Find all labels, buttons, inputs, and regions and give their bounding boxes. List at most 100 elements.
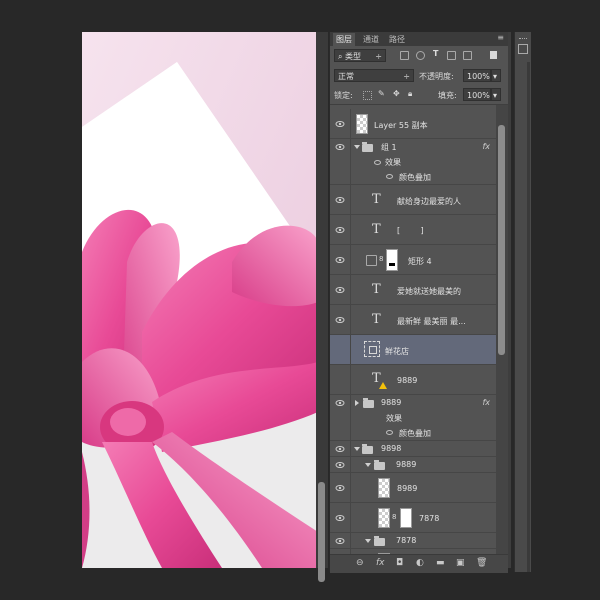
effects-row: 效果 xyxy=(330,411,496,425)
layer-row[interactable]: 8 矩形 4 xyxy=(330,245,496,275)
dock-grip-icon[interactable] xyxy=(519,38,527,43)
layer-name[interactable]: 最新鲜 最美丽 最... xyxy=(397,316,466,327)
layers-scroll-thumb[interactable] xyxy=(498,125,505,355)
add-style-icon[interactable]: fx xyxy=(376,558,385,568)
layer-row[interactable]: T [ ] xyxy=(330,215,496,245)
visibility-eye-icon[interactable] xyxy=(335,536,345,546)
visibility-eye-icon[interactable] xyxy=(335,119,345,129)
group-expanded-icon[interactable] xyxy=(365,539,371,543)
visibility-eye-icon[interactable] xyxy=(335,460,345,470)
tab-paths[interactable]: 路径 xyxy=(386,33,408,46)
effect-row[interactable]: 颜色叠加 xyxy=(330,169,496,185)
layer-name[interactable]: 矩形 4 xyxy=(408,256,432,267)
visibility-eye-icon[interactable] xyxy=(335,315,345,325)
filter-shape-icon[interactable] xyxy=(447,51,456,60)
blend-mode-select[interactable]: 正常 ÷ xyxy=(334,69,414,82)
layer-group-row[interactable]: 9889 xyxy=(330,457,496,473)
lock-pixels-icon[interactable]: ✎ xyxy=(378,89,385,98)
filter-smart-object-icon[interactable] xyxy=(463,51,472,60)
visibility-eye-icon[interactable] xyxy=(335,398,345,408)
visibility-eye-icon[interactable] xyxy=(335,483,345,493)
visibility-eye-icon[interactable] xyxy=(335,225,345,235)
layer-row[interactable]: T 最新鲜 最美丽 最... xyxy=(330,305,496,335)
lock-all-icon[interactable]: 🔒︎ xyxy=(408,89,412,99)
effect-visibility-icon[interactable] xyxy=(386,430,393,435)
effect-visibility-icon[interactable] xyxy=(386,174,393,179)
layer-row[interactable]: T 爱她就送她最美的 xyxy=(330,275,496,305)
layer-name[interactable]: 献给身边最爱的人 xyxy=(397,196,461,207)
fill-dropdown[interactable]: ▾ xyxy=(491,88,501,101)
fill-value: 100% xyxy=(467,91,490,100)
layer-name[interactable]: 7878 xyxy=(396,536,416,545)
group-expanded-icon[interactable] xyxy=(354,145,360,149)
group-expanded-icon[interactable] xyxy=(365,463,371,467)
layer-group-row[interactable]: 7878 xyxy=(330,533,496,549)
filter-toggle[interactable] xyxy=(490,51,497,59)
layer-row[interactable]: 8 7878 xyxy=(330,503,496,533)
dock-panel-icon[interactable] xyxy=(518,44,528,54)
effect-name[interactable]: 颜色叠加 xyxy=(399,172,431,183)
canvas-scroll-thumb[interactable] xyxy=(318,482,325,582)
panel-divider[interactable] xyxy=(508,32,511,568)
layer-name[interactable]: Layer 55 副本 xyxy=(374,120,428,131)
group-collapsed-icon[interactable] xyxy=(355,400,359,406)
canvas-scrollbar[interactable] xyxy=(316,32,328,582)
filter-pixel-icon[interactable] xyxy=(400,51,409,60)
layer-name[interactable]: 9898 xyxy=(381,444,401,453)
layer-name[interactable]: 9889 xyxy=(381,398,401,407)
layer-name[interactable]: 9889 xyxy=(396,460,416,469)
layer-row-selected[interactable]: 鲜花店 xyxy=(330,335,496,365)
link-layers-icon[interactable]: ⊖ xyxy=(356,558,364,568)
visibility-eye-icon[interactable] xyxy=(335,142,345,152)
layer-name[interactable]: 爱她就送她最美的 xyxy=(397,286,461,297)
layer-group-row[interactable]: 9889 fx xyxy=(330,395,496,411)
new-group-icon[interactable]: ▬ xyxy=(436,558,445,568)
visibility-eye-icon[interactable] xyxy=(335,513,345,523)
lock-row: 锁定: ✎ ✥ 🔒︎ 填充: 100% ▾ xyxy=(330,86,508,105)
visibility-eye-icon[interactable] xyxy=(335,195,345,205)
layer-row[interactable]: Layer 55 副本 xyxy=(330,109,496,139)
trash-icon[interactable]: 🗑︎ xyxy=(476,558,487,568)
layer-name[interactable]: 9889 xyxy=(397,376,417,385)
add-mask-icon[interactable]: ◘ xyxy=(396,558,403,568)
layer-row[interactable]: T 9889 xyxy=(330,365,496,395)
layer-name[interactable]: 组 1 xyxy=(381,142,397,153)
fx-icon[interactable]: fx xyxy=(482,398,490,407)
layer-row[interactable]: 8989 xyxy=(330,473,496,503)
filter-kind-select[interactable]: ⌕ 类型 ÷ xyxy=(334,49,386,62)
layer-name[interactable]: 鲜花店 xyxy=(385,346,409,357)
lock-position-icon[interactable]: ✥ xyxy=(393,89,400,98)
new-layer-icon[interactable]: ▣ xyxy=(456,558,465,568)
opacity-dropdown[interactable]: ▾ xyxy=(491,69,501,82)
layers-list[interactable]: Layer 55 副本 组 1 fx 效果 颜色叠加 T 献给身边最爱的人 T … xyxy=(330,105,496,565)
filter-type-icon[interactable]: T xyxy=(433,49,438,58)
layer-name[interactable]: 8989 xyxy=(397,484,417,493)
layer-name[interactable]: 7878 xyxy=(419,514,439,523)
tab-channels[interactable]: 通道 xyxy=(360,33,382,46)
visibility-eye-icon[interactable] xyxy=(335,444,345,454)
dock-scrollbar[interactable] xyxy=(527,62,530,572)
layer-group-row[interactable]: 9898 xyxy=(330,441,496,457)
visibility-eye-icon[interactable] xyxy=(335,285,345,295)
fill-input[interactable]: 100% xyxy=(463,88,491,101)
layer-name[interactable]: [ ] xyxy=(397,226,424,235)
layer-row[interactable]: T 献给身边最爱的人 xyxy=(330,185,496,215)
effect-name[interactable]: 颜色叠加 xyxy=(399,428,431,439)
effect-visibility-icon[interactable] xyxy=(374,160,381,165)
panel-menu-icon[interactable]: ≡ xyxy=(497,33,504,42)
filter-adjustment-icon[interactable] xyxy=(416,51,425,60)
layer-group-row[interactable]: 组 1 fx xyxy=(330,139,496,155)
lock-transparent-icon[interactable] xyxy=(363,91,372,100)
opacity-input[interactable]: 100% xyxy=(463,69,491,82)
layers-scrollbar[interactable] xyxy=(496,105,508,565)
effect-row[interactable]: 颜色叠加 xyxy=(330,425,496,441)
document-canvas[interactable] xyxy=(82,32,318,568)
tab-layers[interactable]: 图层 xyxy=(333,33,355,46)
link-icon[interactable]: 8 xyxy=(392,513,396,521)
visibility-eye-icon[interactable] xyxy=(335,255,345,265)
adjustment-layer-icon[interactable]: ◐ xyxy=(416,558,424,568)
fx-icon[interactable]: fx xyxy=(482,142,490,151)
group-expanded-icon[interactable] xyxy=(354,447,360,451)
folder-icon xyxy=(363,398,374,408)
link-icon[interactable]: 8 xyxy=(379,255,383,263)
